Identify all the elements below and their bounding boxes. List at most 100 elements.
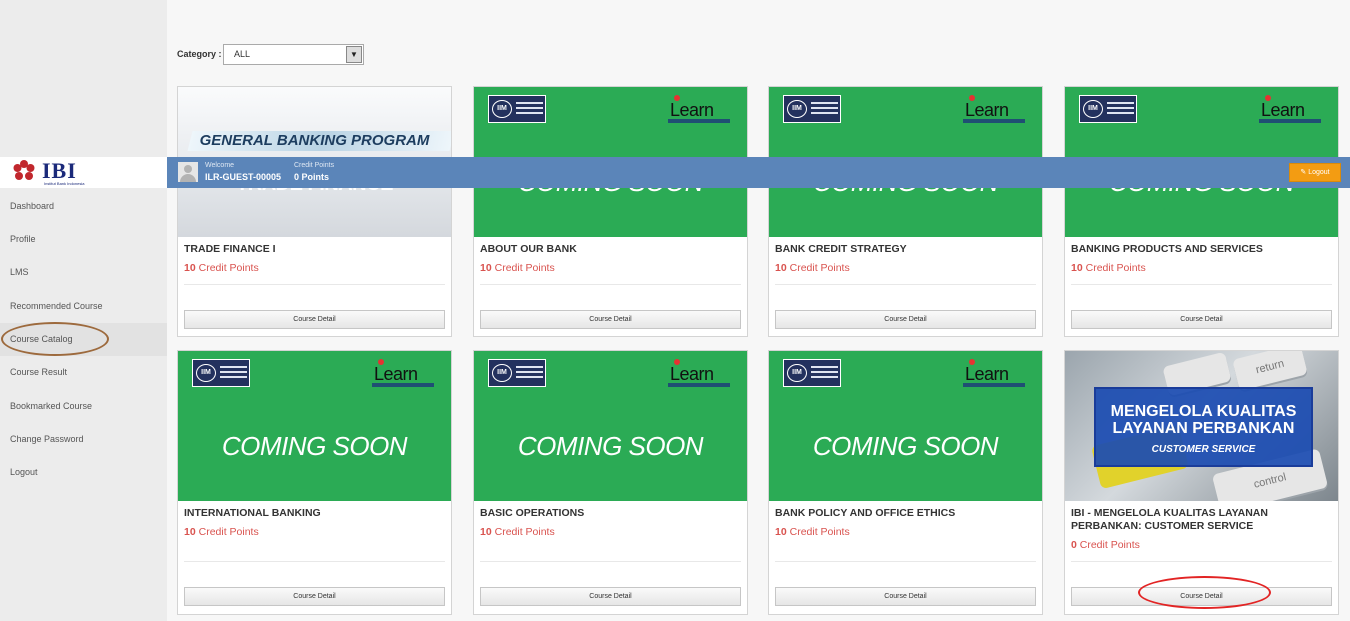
keyboard-key: return: [1232, 351, 1308, 391]
card-divider: [1071, 561, 1332, 562]
iim-logo: IIM: [783, 359, 841, 387]
ilearn-logo: Learn: [963, 95, 1025, 123]
logo-tagline: Institut Bank Indonesia: [44, 181, 85, 186]
course-detail-button[interactable]: Course Detail: [1071, 310, 1332, 329]
course-title: BASIC OPERATIONS: [480, 507, 585, 519]
card-divider: [480, 561, 741, 562]
points-value: 10: [184, 526, 196, 538]
credit-points-value: 0 Points: [294, 172, 330, 182]
iim-mark: IIM: [492, 100, 512, 118]
ilearn-word: Learn: [1261, 100, 1305, 120]
sidebar-item-course-result[interactable]: Course Result: [0, 356, 167, 389]
user-id: ILR-GUEST-00005: [205, 172, 282, 182]
course-card: IIM Learn COMING SOON BASIC OPERATIONS 1…: [473, 350, 748, 615]
points-label: Credit Points: [198, 526, 259, 538]
card-divider: [775, 561, 1036, 562]
sidebar-item-recommended-course[interactable]: Recommended Course: [0, 290, 167, 323]
ibi-flower-icon: [13, 160, 35, 180]
course-card: IIM Learn COMING SOON BANKING PRODUCTS A…: [1064, 86, 1339, 337]
sidebar-item-dashboard[interactable]: Dashboard: [0, 190, 167, 223]
points-label: Credit Points: [198, 262, 259, 274]
card-divider: [184, 561, 445, 562]
sidebar-item-lms[interactable]: LMS: [0, 256, 167, 289]
course-detail-button[interactable]: Course Detail: [775, 587, 1036, 606]
points-label: Credit Points: [1085, 262, 1146, 274]
course-title: IBI - MENGELOLA KUALITAS LAYANAN PERBANK…: [1071, 507, 1268, 532]
course-thumbnail[interactable]: IIM Learn COMING SOON: [474, 351, 747, 501]
sidebar-item-course-catalog[interactable]: Course Catalog: [0, 323, 167, 356]
category-label: Category :: [177, 49, 222, 59]
ilearn-word: Learn: [670, 364, 714, 384]
points-label: Credit Points: [789, 262, 850, 274]
course-points: 10 Credit Points: [1071, 262, 1146, 274]
category-select[interactable]: ALL ▼: [223, 44, 364, 65]
iim-logo: IIM: [488, 359, 546, 387]
course-card: return control MENGELOLA KUALITAS LAYANA…: [1064, 350, 1339, 615]
iim-logo: IIM: [488, 95, 546, 123]
iim-logo: IIM: [1079, 95, 1137, 123]
banner-title: MENGELOLA KUALITAS LAYANAN PERBANKAN: [1110, 403, 1297, 437]
course-detail-button[interactable]: Course Detail: [184, 587, 445, 606]
points-label: Credit Points: [1079, 539, 1140, 551]
iim-mark: IIM: [492, 364, 512, 382]
course-card: IIM Learn COMING SOON INTERNATIONAL BANK…: [177, 350, 452, 615]
iim-mark: IIM: [787, 364, 807, 382]
coming-soon-banner: COMING SOON: [812, 431, 999, 461]
iim-mark: IIM: [787, 100, 807, 118]
course-title: ABOUT OUR BANK: [480, 243, 577, 255]
course-thumbnail[interactable]: IIM Learn COMING SOON: [769, 351, 1042, 501]
course-thumbnail[interactable]: return control MENGELOLA KUALITAS LAYANA…: [1065, 351, 1338, 501]
ilearn-logo: Learn: [372, 359, 434, 387]
ilearn-logo: Learn: [1259, 95, 1321, 123]
card-divider: [184, 284, 445, 285]
avatar[interactable]: [178, 162, 198, 182]
course-points: 10 Credit Points: [184, 262, 259, 274]
sidebar: IBI Institut Bank Indonesia Dashboard Pr…: [0, 0, 167, 621]
ibi-logo[interactable]: IBI Institut Bank Indonesia: [0, 157, 167, 188]
ilearn-logo: Learn: [963, 359, 1025, 387]
points-value: 0: [1071, 539, 1077, 551]
points-value: 10: [1071, 262, 1083, 274]
points-label: Credit Points: [494, 526, 555, 538]
sidebar-item-bookmarked-course[interactable]: Bookmarked Course: [0, 390, 167, 423]
iim-mark: IIM: [196, 364, 216, 382]
course-title: TRADE FINANCE I: [184, 243, 276, 255]
iim-mark: IIM: [1083, 100, 1103, 118]
ilearn-word: Learn: [965, 364, 1009, 384]
points-value: 10: [480, 262, 492, 274]
course-points: 0 Credit Points: [1071, 539, 1140, 551]
points-label: Credit Points: [789, 526, 850, 538]
card-divider: [1071, 284, 1332, 285]
points-label: Credit Points: [494, 262, 555, 274]
course-points: 10 Credit Points: [480, 526, 555, 538]
course-card: GENERAL BANKING PROGRAM TRADE FINANCE TR…: [177, 86, 452, 337]
welcome-label: Welcome: [205, 162, 235, 169]
course-card: IIM Learn COMING SOON BANK POLICY AND OF…: [768, 350, 1043, 615]
course-points: 10 Credit Points: [775, 262, 850, 274]
course-detail-button[interactable]: Course Detail: [1071, 587, 1332, 606]
sidebar-item-profile[interactable]: Profile: [0, 223, 167, 256]
course-detail-button[interactable]: Course Detail: [480, 587, 741, 606]
logout-label: Logout: [1308, 169, 1330, 176]
course-detail-button[interactable]: Course Detail: [184, 310, 445, 329]
course-points: 10 Credit Points: [184, 526, 259, 538]
ilearn-word: Learn: [965, 100, 1009, 120]
card-divider: [480, 284, 741, 285]
course-points: 10 Credit Points: [775, 526, 850, 538]
sidebar-item-change-password[interactable]: Change Password: [0, 423, 167, 456]
key-return-label: return: [1254, 357, 1286, 377]
course-title: BANKING PRODUCTS AND SERVICES: [1071, 243, 1263, 255]
coming-soon-banner: COMING SOON: [221, 431, 408, 461]
ilearn-word: Learn: [374, 364, 418, 384]
category-value: ALL: [234, 49, 251, 59]
course-title: INTERNATIONAL BANKING: [184, 507, 321, 519]
course-detail-button[interactable]: Course Detail: [775, 310, 1036, 329]
sidebar-item-logout[interactable]: Logout: [0, 456, 167, 489]
ilearn-logo: Learn: [668, 95, 730, 123]
course-thumbnail[interactable]: IIM Learn COMING SOON: [178, 351, 451, 501]
logout-button[interactable]: ✎ Logout: [1289, 163, 1341, 182]
course-detail-button[interactable]: Course Detail: [480, 310, 741, 329]
points-value: 10: [775, 526, 787, 538]
dropdown-arrow-icon[interactable]: ▼: [346, 46, 362, 63]
course-points: 10 Credit Points: [480, 262, 555, 274]
